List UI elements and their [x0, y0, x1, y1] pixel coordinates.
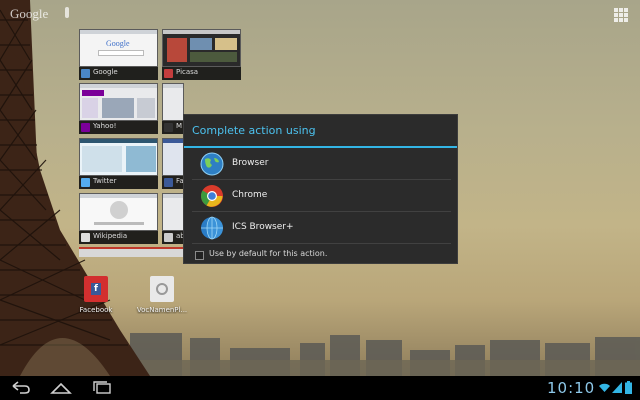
picasa-icon	[164, 69, 173, 78]
file-icon	[150, 276, 174, 302]
recent-app-partial[interactable]: M	[162, 83, 184, 134]
option-label: Chrome	[232, 190, 268, 200]
thumbnail	[79, 138, 158, 176]
twitter-icon	[81, 178, 90, 187]
thumbnail: Google	[79, 29, 158, 67]
option-chrome[interactable]: Chrome	[184, 180, 457, 212]
yahoo-icon	[81, 123, 90, 132]
use-by-default-checkbox[interactable]	[195, 251, 204, 260]
recent-app-partial-2[interactable]: ab	[162, 193, 185, 244]
recent-app-label: Picasa	[176, 68, 199, 76]
all-apps-icon[interactable]	[614, 8, 628, 22]
dialog-title: Complete action using	[192, 124, 316, 137]
home-shortcut-file[interactable]: VocNamenPl...	[127, 276, 197, 314]
recent-app-label: Wikipedia	[93, 232, 128, 240]
app-icon	[164, 123, 173, 132]
chrome-icon	[201, 185, 223, 207]
recent-app-yahoo[interactable]: Yahoo!	[79, 83, 158, 134]
top-bar: Google	[0, 0, 640, 28]
thumbnail	[162, 83, 184, 121]
clock[interactable]: 10:10	[547, 379, 595, 397]
recent-app-wikipedia[interactable]: Wikipedia	[79, 193, 158, 244]
recent-app-label: M	[176, 122, 183, 130]
globe-icon	[201, 216, 223, 240]
option-browser[interactable]: Browser	[184, 148, 457, 180]
wikipedia-icon	[81, 233, 90, 242]
option-ics-browser[interactable]: ICS Browser+	[184, 212, 457, 244]
google-icon	[81, 69, 90, 78]
recent-app-google[interactable]: Google Google	[79, 29, 158, 80]
google-search-label[interactable]: Google	[10, 6, 48, 22]
complete-action-dialog: Complete action using Browser Chrome ICS	[183, 114, 458, 264]
globe-icon	[200, 152, 224, 176]
wifi-icon	[599, 383, 610, 392]
signal-icon	[612, 382, 622, 393]
thumbnail	[79, 83, 158, 121]
shortcut-label: VocNamenPl...	[136, 306, 188, 314]
mic-icon[interactable]	[65, 7, 69, 18]
recent-app-strip[interactable]	[79, 247, 184, 257]
thumbnail	[162, 29, 241, 67]
option-label: ICS Browser+	[232, 222, 294, 232]
recent-app-twitter[interactable]: Twitter	[79, 138, 158, 189]
recent-app-facebook[interactable]: Fa	[162, 138, 184, 189]
facebook-icon: f	[84, 276, 108, 302]
recent-app-picasa[interactable]: Picasa	[162, 29, 241, 80]
home-shortcut-facebook[interactable]: f Facebook	[61, 276, 131, 314]
recent-app-label: Yahoo!	[93, 122, 117, 130]
thumbnail	[79, 193, 158, 231]
thumbnail	[162, 193, 184, 231]
option-label: Browser	[232, 158, 269, 168]
recent-app-label: Google	[93, 68, 118, 76]
shortcut-label: Facebook	[79, 306, 113, 314]
facebook-icon	[164, 178, 173, 187]
back-icon[interactable]	[8, 380, 32, 396]
use-by-default-label: Use by default for this action.	[209, 249, 328, 258]
app-icon	[164, 233, 173, 242]
battery-icon	[625, 381, 632, 394]
recent-app-label: Twitter	[93, 177, 117, 185]
option-separator	[192, 243, 451, 244]
system-bar: 10:10	[0, 376, 640, 400]
home-icon[interactable]	[49, 380, 73, 396]
recent-apps-icon[interactable]	[90, 380, 114, 396]
thumbnail	[162, 138, 184, 176]
